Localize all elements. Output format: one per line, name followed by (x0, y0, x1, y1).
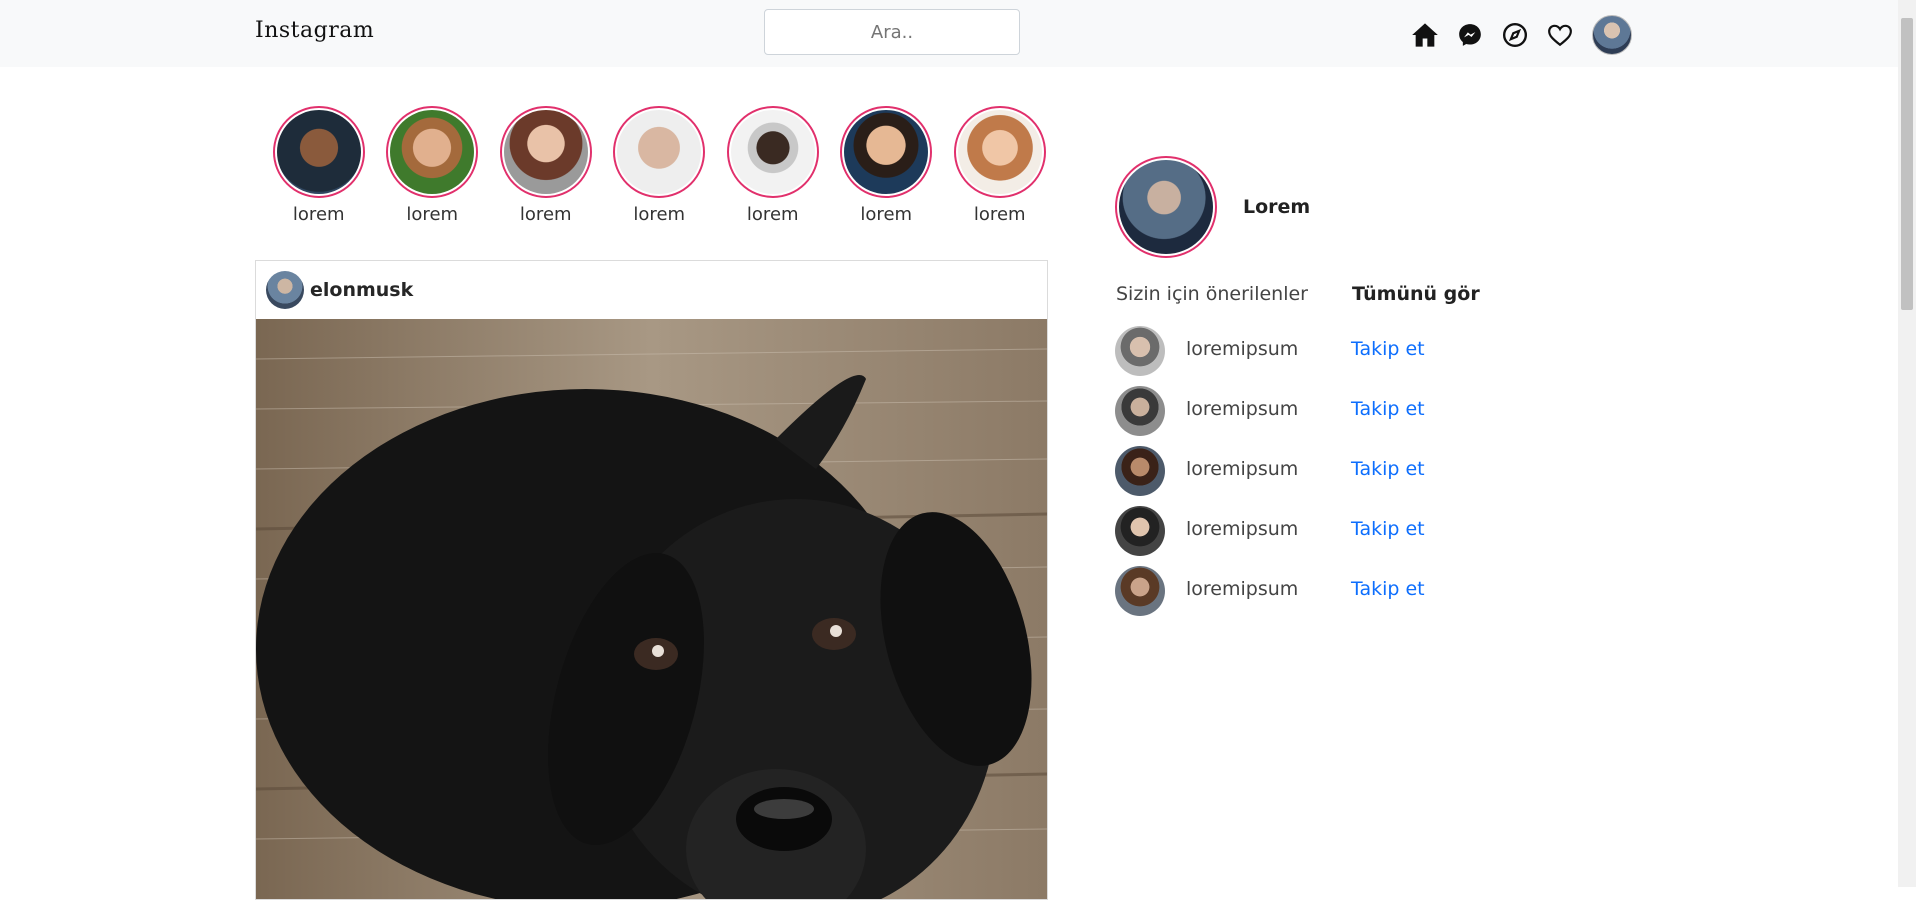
story-avatar (617, 110, 702, 194)
suggestion-avatar[interactable] (1115, 506, 1165, 556)
story-item[interactable]: lorem (262, 106, 376, 225)
heart-icon[interactable] (1545, 20, 1575, 50)
messenger-icon[interactable] (1455, 20, 1485, 50)
see-all-link[interactable]: Tümünü gör (1352, 283, 1480, 305)
scrollbar-thumb[interactable] (1901, 18, 1913, 310)
suggestion-username[interactable]: loremipsum (1186, 398, 1298, 420)
story-label: lorem (860, 204, 913, 225)
story-avatar (844, 110, 929, 194)
follow-button[interactable]: Takip et (1351, 458, 1425, 480)
suggestion-avatar[interactable] (1115, 566, 1165, 616)
current-user: Lorem (1115, 156, 1310, 258)
suggestion-avatar[interactable] (1115, 386, 1165, 436)
follow-button[interactable]: Takip et (1351, 578, 1425, 600)
story-label: lorem (633, 204, 686, 225)
follow-button[interactable]: Takip et (1351, 518, 1425, 540)
story-item[interactable]: lorem (830, 106, 944, 225)
story-item[interactable]: lorem (716, 106, 830, 225)
story-label: lorem (973, 204, 1026, 225)
instagram-logo[interactable]: Instagram (255, 18, 374, 43)
suggestions-list: loremipsum Takip et loremipsum Takip et … (1115, 326, 1515, 626)
suggestion-item: loremipsum Takip et (1115, 326, 1515, 386)
suggestion-item: loremipsum Takip et (1115, 506, 1515, 566)
story-label: lorem (746, 204, 799, 225)
follow-button[interactable]: Takip et (1351, 398, 1425, 420)
current-user-avatar (1119, 160, 1213, 254)
home-icon[interactable] (1410, 20, 1440, 50)
profile-avatar[interactable] (1592, 15, 1632, 55)
suggestion-avatar[interactable] (1115, 446, 1165, 496)
stories-bar: lorem lorem lorem lorem lorem lorem lore… (262, 106, 1057, 225)
explore-compass-icon[interactable] (1500, 20, 1530, 50)
post-image[interactable] (256, 319, 1047, 899)
suggestions-header: Sizin için önerilenler Tümünü gör (1116, 280, 1516, 310)
suggestion-item: loremipsum Takip et (1115, 446, 1515, 506)
story-avatar (730, 110, 815, 194)
suggestion-username[interactable]: loremipsum (1186, 518, 1298, 540)
follow-button[interactable]: Takip et (1351, 338, 1425, 360)
post-header: elonmusk (256, 261, 1047, 319)
suggestion-username[interactable]: loremipsum (1186, 338, 1298, 360)
nav-icons (1410, 15, 1632, 55)
search-input[interactable] (764, 9, 1020, 55)
suggestion-username[interactable]: loremipsum (1186, 578, 1298, 600)
suggestion-item: loremipsum Takip et (1115, 386, 1515, 446)
suggestion-username[interactable]: loremipsum (1186, 458, 1298, 480)
story-label: lorem (519, 204, 572, 225)
post-author-username[interactable]: elonmusk (310, 279, 413, 301)
suggestion-avatar[interactable] (1115, 326, 1165, 376)
page-scrollbar[interactable] (1898, 0, 1916, 887)
top-navbar: Instagram (0, 0, 1898, 67)
story-avatar (957, 110, 1042, 194)
story-item[interactable]: lorem (943, 106, 1057, 225)
story-item[interactable]: lorem (603, 106, 717, 225)
current-user-name[interactable]: Lorem (1243, 196, 1310, 218)
post-author-avatar[interactable] (266, 271, 304, 309)
story-item[interactable]: lorem (376, 106, 490, 225)
story-avatar (390, 110, 475, 194)
suggestions-title: Sizin için önerilenler (1116, 283, 1308, 305)
story-avatar (276, 110, 361, 194)
feed-post: elonmusk (255, 260, 1048, 900)
story-label: lorem (406, 204, 459, 225)
story-item[interactable]: lorem (489, 106, 603, 225)
suggestion-item: loremipsum Takip et (1115, 566, 1515, 626)
story-label: lorem (292, 204, 345, 225)
story-avatar (503, 110, 588, 194)
